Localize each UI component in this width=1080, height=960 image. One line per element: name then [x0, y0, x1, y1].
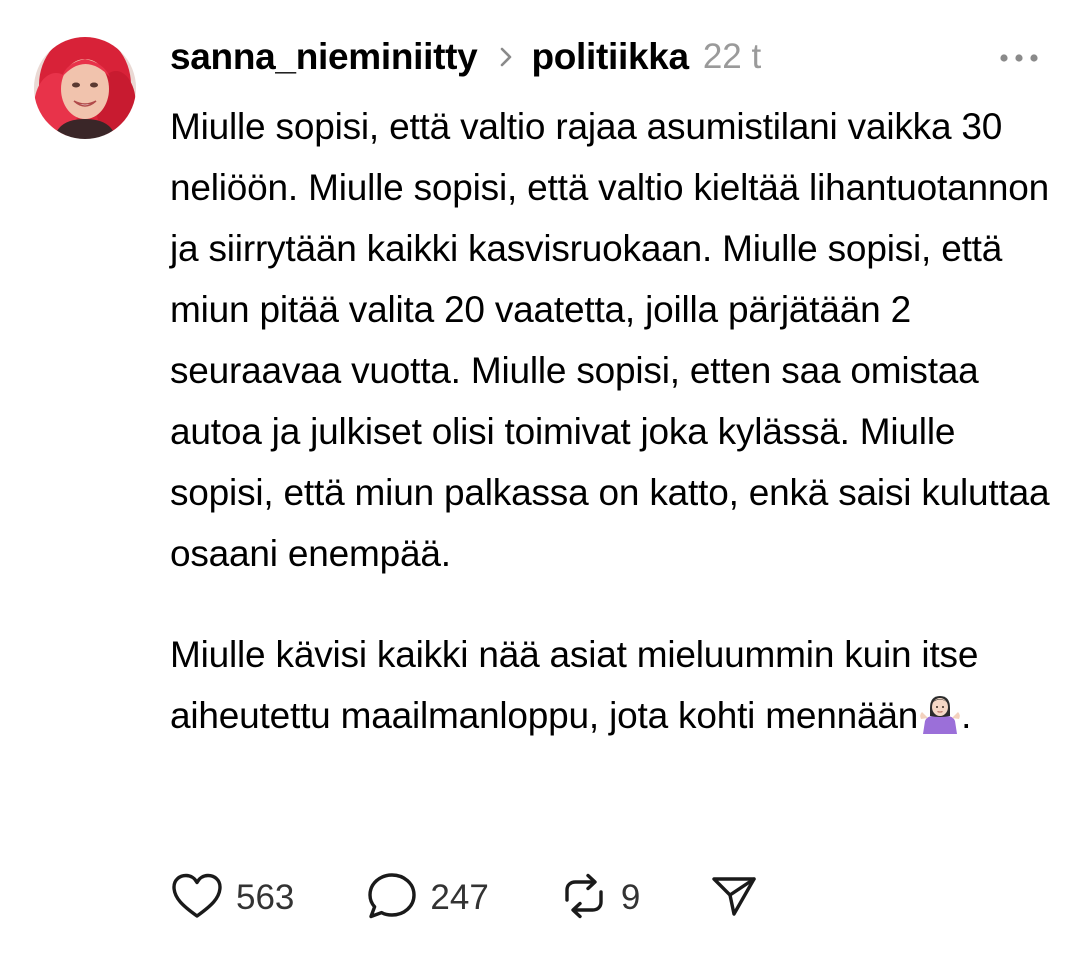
repost-button[interactable]: 9	[559, 871, 640, 926]
like-button[interactable]: 563	[170, 872, 294, 925]
reply-button[interactable]: 247	[366, 871, 489, 926]
heart-icon	[170, 872, 224, 925]
post-actions: 563 247 9	[170, 872, 758, 924]
like-count: 563	[236, 878, 295, 917]
closing-punctuation: .	[961, 695, 972, 736]
more-horizontal-icon[interactable]	[995, 40, 1043, 76]
post-body: Miulle sopisi, että valtio rajaa asumist…	[170, 96, 1050, 752]
chevron-right-icon	[499, 46, 513, 68]
reply-count: 247	[430, 878, 489, 917]
speech-bubble-icon	[366, 871, 418, 926]
person-shrugging-emoji-icon	[919, 691, 961, 752]
avatar[interactable]	[34, 37, 136, 139]
send-icon	[710, 872, 758, 925]
closing-text: Miulle kävisi kaikki nää asiat mieluummi…	[170, 634, 979, 736]
post-paragraph-closing: Miulle kävisi kaikki nää asiat mieluummi…	[170, 624, 1050, 752]
post-header: sanna_nieminiitty politiikka 22 t	[170, 34, 761, 80]
post-paragraph: Miulle sopisi, että valtio rajaa asumist…	[170, 106, 1050, 574]
share-button[interactable]	[710, 872, 758, 925]
topic-tag[interactable]: politiikka	[531, 36, 689, 78]
author-username[interactable]: sanna_nieminiitty	[170, 36, 478, 78]
timestamp: 22 t	[702, 37, 762, 76]
thread-post: sanna_nieminiitty politiikka 22 t Miulle…	[0, 0, 1080, 960]
repost-count: 9	[620, 878, 641, 917]
repost-icon	[559, 871, 609, 926]
